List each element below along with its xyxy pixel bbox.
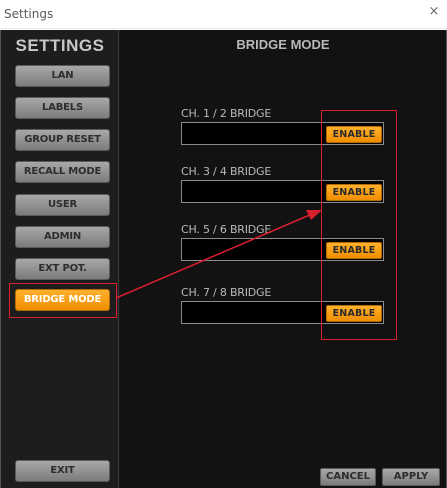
sidebar-item-user[interactable]: USER [15, 194, 110, 216]
exit-button[interactable]: EXIT [15, 460, 110, 482]
page-title: BRIDGE MODE [236, 37, 330, 52]
channel-label: CH. 3 / 4 BRIDGE [181, 165, 272, 178]
apply-button[interactable]: APPLY [382, 468, 440, 486]
sidebar-item-recall-mode[interactable]: RECALL MODE [15, 161, 110, 183]
settings-window: SETTINGS LAN LABELS GROUP RESET RECALL M… [0, 30, 447, 488]
cancel-button[interactable]: CANCEL [320, 468, 376, 486]
sidebar-item-admin[interactable]: ADMIN [15, 226, 110, 248]
sidebar-item-lan[interactable]: LAN [15, 65, 110, 87]
sidebar-item-labels[interactable]: LABELS [15, 97, 110, 119]
title-bar: Settings × [0, 0, 447, 29]
sidebar-title: SETTINGS [15, 36, 105, 55]
channel-label: CH. 1 / 2 BRIDGE [181, 107, 272, 120]
sidebar: SETTINGS LAN LABELS GROUP RESET RECALL M… [1, 30, 119, 488]
sidebar-item-ext-pot[interactable]: EXT POT. [15, 258, 110, 280]
main-panel: BRIDGE MODE CH. 1 / 2 BRIDGE ENABLE CH. … [120, 30, 446, 488]
window-title: Settings [4, 7, 54, 21]
channel-label: CH. 5 / 6 BRIDGE [181, 223, 272, 236]
highlight-box-bridge-mode [9, 283, 117, 318]
close-icon[interactable]: × [427, 5, 441, 19]
sidebar-item-group-reset[interactable]: GROUP RESET [15, 129, 110, 151]
channel-label: CH. 7 / 8 BRIDGE [181, 286, 272, 299]
highlight-box-enable-buttons [321, 110, 397, 340]
